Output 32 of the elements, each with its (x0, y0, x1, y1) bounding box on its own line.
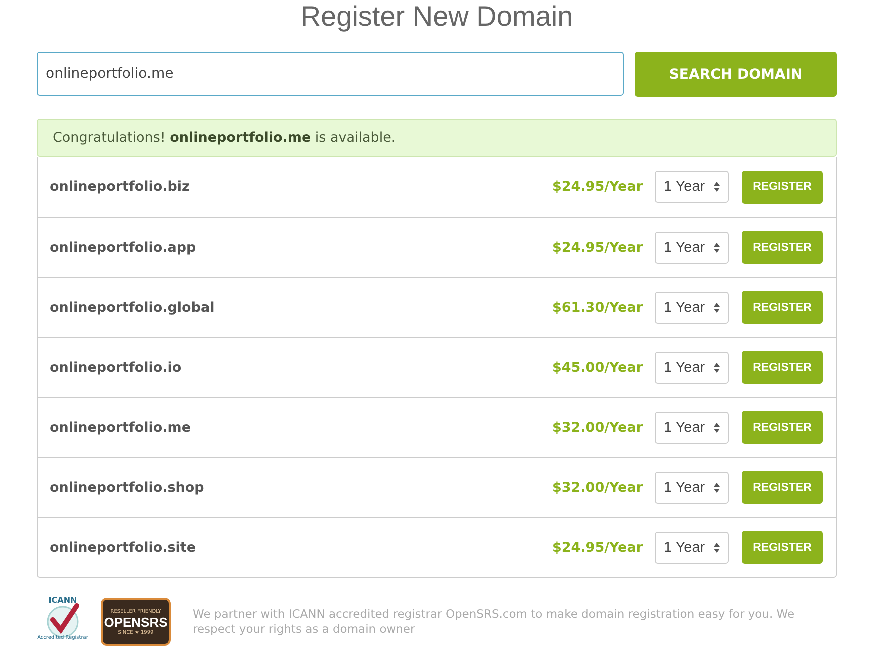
term-select[interactable]: 1 Year (655, 292, 729, 324)
footer-text: We partner with ICANN accredited registrar OpenSRS.com to make domain registration easy for you. We respect your rights as a domain owner (193, 607, 796, 637)
domain-name: onlineportfolio.me (50, 420, 192, 436)
term-select[interactable]: 1 Year (655, 532, 729, 564)
term-select[interactable]: 1 Year (655, 232, 729, 264)
page-title: Register New Domain (300, 0, 574, 34)
spinner-icon (713, 482, 721, 494)
spinner-icon (713, 302, 721, 314)
term-select[interactable]: 1 Year (655, 412, 729, 444)
spinner-icon (713, 181, 721, 193)
availability-alert: Congratulations! onlineportfolio.me is available. (37, 119, 837, 157)
term-select[interactable]: 1 Year (655, 171, 729, 203)
domain-name: onlineportfolio.biz (50, 179, 191, 195)
domain-price: $32.00/Year (552, 420, 643, 436)
spinner-icon (713, 542, 721, 554)
domain-search-field[interactable]: onlineportfolio.me (37, 52, 624, 96)
domain-price: $32.00/Year (552, 480, 643, 496)
domain-price: $24.95/Year (552, 240, 643, 256)
term-select[interactable]: 1 Year (655, 352, 729, 384)
domain-name: onlineportfolio.site (50, 540, 198, 556)
domain-price: $61.30/Year (552, 300, 643, 316)
domain-name: onlineportfolio.global (50, 300, 216, 316)
domain-price: $24.95/Year (552, 179, 643, 195)
spinner-icon (713, 242, 721, 254)
domain-name: onlineportfolio.app (50, 240, 198, 256)
spinner-icon (713, 362, 721, 374)
domain-name: onlineportfolio.shop (50, 480, 206, 496)
domain-price: $45.00/Year (552, 360, 643, 376)
term-select[interactable]: 1 Year (655, 472, 729, 504)
domain-name: onlineportfolio.io (50, 360, 183, 376)
domain-price: $24.95/Year (552, 540, 643, 556)
spinner-icon (713, 422, 721, 434)
